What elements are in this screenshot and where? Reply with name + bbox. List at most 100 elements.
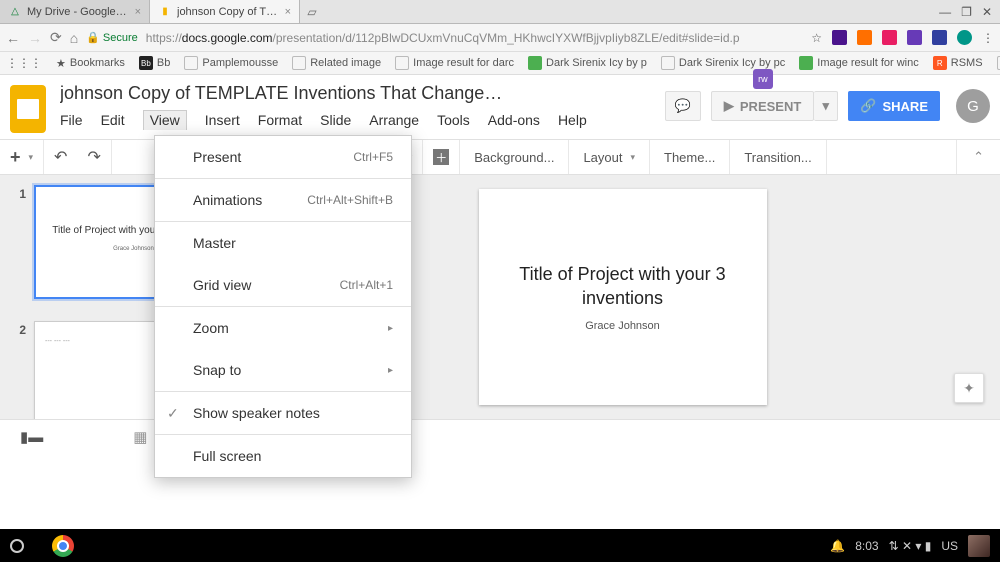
star-icon: ★ (56, 57, 66, 70)
bookmark-item[interactable]: Pamplemousse (184, 56, 278, 70)
input-lang[interactable]: US (941, 539, 958, 553)
menu-item-gridview[interactable]: Grid viewCtrl+Alt+1 (155, 264, 411, 306)
slide-title-text[interactable]: Title of Project with your 3 inventions (499, 262, 747, 311)
slides-favicon: ▮ (158, 5, 172, 19)
ext-icon[interactable] (882, 30, 897, 45)
status-icons[interactable]: ⇅ ✕ ▾ ▮ (889, 539, 932, 553)
page-icon (395, 56, 409, 70)
menu-item-present[interactable]: PresentCtrl+F5 (155, 136, 411, 178)
close-icon[interactable]: × (285, 6, 291, 18)
launcher-button[interactable] (10, 539, 24, 553)
theme-button[interactable]: Theme... (650, 140, 730, 174)
bookmark-item[interactable]: Image result for winc (799, 56, 918, 70)
notification-icon[interactable]: 🔔 (830, 539, 845, 553)
menu-item-master[interactable]: Master (155, 222, 411, 264)
browser-tab-slides[interactable]: ▮ johnson Copy of TEMPL × (150, 0, 300, 23)
home-button[interactable]: ⌂ (70, 30, 78, 46)
redo-button[interactable]: ↷ (77, 140, 111, 174)
grid-view-button[interactable]: ▦ (133, 428, 147, 446)
menu-addons[interactable]: Add-ons (488, 110, 540, 130)
forward-button[interactable]: → (28, 30, 42, 46)
background-button[interactable]: Background... (460, 140, 569, 174)
bookmarks-bar: ⋮⋮⋮ ★Bookmarks BbBb Pamplemousse Related… (0, 52, 1000, 75)
add-comment-button[interactable]: ＋ (423, 140, 460, 174)
transition-button[interactable]: Transition... (730, 140, 826, 174)
ext-icon[interactable] (857, 30, 872, 45)
star-button[interactable]: ☆ (811, 31, 822, 45)
header-actions: rw 💬 ▶ PRESENT ▾ 🔗 SHARE G (665, 81, 990, 123)
page-icon (997, 56, 1000, 70)
new-slide-button[interactable]: + (0, 140, 44, 174)
close-icon[interactable]: × (135, 6, 141, 18)
bookmark-item[interactable]: Related image (292, 56, 381, 70)
tab-title: johnson Copy of TEMPL (177, 6, 280, 18)
menu-tools[interactable]: Tools (437, 110, 470, 130)
chevron-right-icon: ▸ (388, 365, 393, 376)
secure-indicator[interactable]: 🔒 Secure (86, 31, 138, 44)
menu-item-snapto[interactable]: Snap to▸ (155, 349, 411, 391)
menu-slide[interactable]: Slide (320, 110, 351, 130)
present-dropdown[interactable]: ▾ (814, 91, 838, 121)
share-icon: 🔗 (860, 98, 876, 114)
chevron-right-icon: ▸ (388, 323, 393, 334)
system-tray[interactable]: 🔔 8:03 ⇅ ✕ ▾ ▮ US (830, 535, 990, 557)
bookmark-item[interactable]: BbBb (139, 56, 170, 70)
menu-view[interactable]: View (143, 110, 187, 130)
menu-arrange[interactable]: Arrange (369, 110, 419, 130)
menu-format[interactable]: Format (258, 110, 302, 130)
explore-button[interactable]: ✦ (954, 373, 984, 403)
clock[interactable]: 8:03 (855, 539, 878, 553)
bookmark-item[interactable] (997, 56, 1000, 70)
document-title[interactable]: johnson Copy of TEMPLATE Inventions That… (60, 81, 651, 108)
main-area: 1 Title of Project with your 3 invention… (0, 175, 1000, 419)
slide-subtitle-text[interactable]: Grace Johnson (585, 320, 660, 332)
menu-item-fullscreen[interactable]: Full screen (155, 435, 411, 477)
bookmark-item[interactable]: Dark Sirenix Icy by p (528, 56, 647, 70)
collapse-toolbar[interactable]: ⌃ (956, 140, 1000, 174)
window-controls: — ❐ ✕ (931, 0, 1000, 23)
menu-item-speaker-notes[interactable]: ✓Show speaker notes (155, 392, 411, 434)
reload-button[interactable]: ⟳ (50, 29, 62, 46)
chrome-app-icon[interactable] (52, 535, 74, 557)
ext-icon[interactable] (932, 30, 947, 45)
da-icon (528, 56, 542, 70)
present-button[interactable]: ▶ PRESENT (711, 91, 814, 121)
layout-button[interactable]: Layout (569, 140, 650, 174)
apps-button[interactable]: ⋮⋮⋮ (6, 56, 42, 70)
bookmark-item[interactable]: ★Bookmarks (56, 57, 125, 70)
ext-icon[interactable] (832, 30, 847, 45)
back-button[interactable]: ← (6, 30, 20, 46)
bookmark-item[interactable]: Dark Sirenix Icy by pc (661, 56, 785, 70)
comments-button[interactable]: 💬 (665, 91, 701, 121)
menu-edit[interactable]: Edit (101, 110, 125, 130)
rw-extension-badge[interactable]: rw (753, 69, 773, 89)
new-tab-button[interactable]: ▱ (300, 0, 324, 23)
menu-file[interactable]: File (60, 110, 83, 130)
bookmark-item[interactable]: RRSMS (933, 56, 983, 70)
browser-menu-button[interactable]: ⋮ (982, 31, 994, 45)
undo-button[interactable]: ↶ (44, 140, 77, 174)
menu-insert[interactable]: Insert (205, 110, 240, 130)
menu-item-zoom[interactable]: Zoom▸ (155, 307, 411, 349)
os-taskbar: 🔔 8:03 ⇅ ✕ ▾ ▮ US (0, 529, 1000, 562)
filmstrip-view-button[interactable]: ▮▬ (20, 428, 43, 446)
account-avatar[interactable]: G (956, 89, 990, 123)
menu-item-animations[interactable]: AnimationsCtrl+Alt+Shift+B (155, 179, 411, 221)
slides-logo[interactable] (10, 85, 46, 133)
browser-tab-drive[interactable]: △ My Drive - Google Drive × (0, 0, 150, 23)
close-window-button[interactable]: ✕ (982, 5, 992, 19)
minimize-button[interactable]: — (939, 5, 951, 19)
maximize-button[interactable]: ❐ (961, 5, 972, 19)
page-icon (661, 56, 675, 70)
drive-favicon: △ (8, 5, 22, 19)
bookmark-item[interactable]: Image result for darc (395, 56, 514, 70)
share-button[interactable]: 🔗 SHARE (848, 91, 940, 121)
slide-canvas[interactable]: Title of Project with your 3 inventions … (479, 189, 767, 405)
menu-help[interactable]: Help (558, 110, 587, 130)
redo-icon: ↷ (87, 147, 100, 167)
ext-icon[interactable] (907, 30, 922, 45)
user-avatar[interactable] (968, 535, 990, 557)
ext-icon[interactable] (957, 30, 972, 45)
extension-icons: ☆ ⋮ (811, 30, 994, 45)
url-field[interactable]: https://docs.google.com/presentation/d/1… (146, 31, 803, 45)
